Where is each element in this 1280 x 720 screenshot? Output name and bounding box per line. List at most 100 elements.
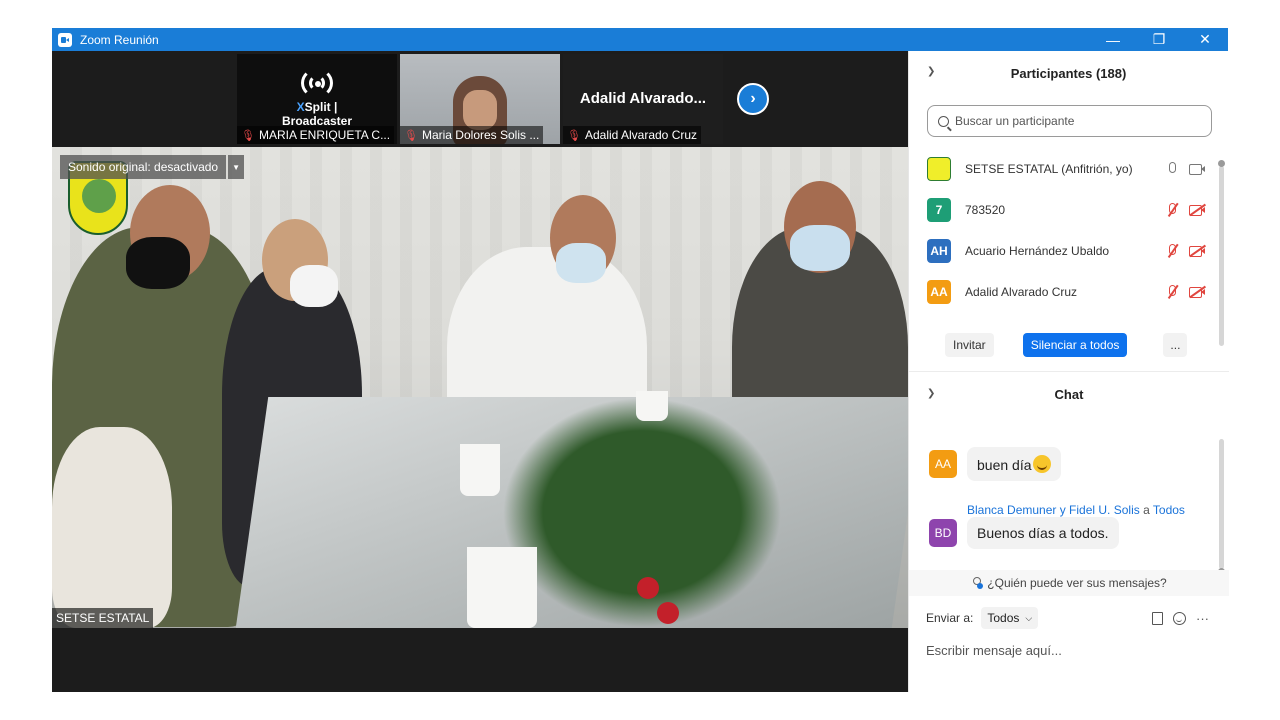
video-ornament [637, 577, 659, 599]
participants-header: ❯ Participantes (188) [909, 51, 1228, 95]
more-icon[interactable]: ··· [1196, 611, 1209, 626]
participant-avatar: AH [927, 238, 951, 263]
who-can-see-label[interactable]: ¿Quién puede ver sus mensajes? [987, 576, 1166, 590]
side-panel: ❯ Participantes (188) SETSE ESTATAL (Anf… [908, 51, 1229, 692]
invite-button[interactable]: Invitar [945, 333, 994, 357]
video-mask [790, 225, 850, 271]
participant-row[interactable] [909, 312, 1209, 318]
participant-status [1165, 243, 1206, 258]
participant-list: SETSE ESTATAL (Anfitrión, yo) 7 783520 A… [909, 148, 1209, 318]
zoom-app-icon [58, 32, 72, 47]
message-recipient[interactable]: Todos [1153, 503, 1185, 517]
camera-off-icon [1189, 244, 1206, 257]
video-mask [556, 243, 606, 283]
video-area: XSplit | Broadcaster 🎙 MARIA ENRIQUETA C… [52, 51, 908, 692]
participant-avatar: AA [927, 279, 951, 304]
send-to-dropdown[interactable]: Todos ⌵ [981, 607, 1039, 629]
video-thumbnail[interactable]: 🎙 Maria Dolores Solis ... [400, 54, 560, 144]
xsplit-logo: XSplit | Broadcaster [277, 68, 357, 128]
title-bar: Zoom Reunión — ❐ ✕ [52, 28, 1228, 51]
original-sound-label[interactable]: Sonido original: desactivado [60, 155, 227, 179]
search-icon [938, 115, 949, 127]
chevron-down-icon: ⌵ [1025, 612, 1033, 623]
video-thumbnail[interactable]: XSplit | Broadcaster 🎙 MARIA ENRIQUETA C… [237, 54, 397, 144]
file-icon[interactable] [1152, 611, 1163, 625]
chat-message-input[interactable] [926, 638, 1216, 662]
participant-scrollbar[interactable] [1218, 160, 1225, 346]
collapse-chevron-icon[interactable]: ❯ [927, 388, 935, 399]
next-thumbnails-button[interactable]: › [737, 83, 769, 115]
video-person [52, 427, 172, 628]
sender-avatar: BD [929, 519, 957, 547]
thumbnail-name: 🎙 Maria Dolores Solis ... [400, 126, 544, 144]
close-button[interactable]: ✕ [1182, 28, 1228, 51]
participant-name: SETSE ESTATAL (Anfitrión, yo) [965, 161, 1133, 176]
person-info-icon [971, 577, 984, 589]
participant-status [1165, 284, 1206, 299]
mic-muted-icon: 🎙 [404, 129, 418, 142]
mic-muted-icon: 🎙 [567, 129, 581, 142]
thumbnail-name: 🎙 MARIA ENRIQUETA C... [237, 126, 395, 144]
camera-off-icon [1189, 203, 1206, 216]
thumbnail-strip: XSplit | Broadcaster 🎙 MARIA ENRIQUETA C… [237, 54, 723, 144]
participant-row[interactable]: AA Adalid Alvarado Cruz [909, 271, 1209, 312]
message-senders[interactable]: Blanca Demuner y Fidel U. Solis [967, 503, 1140, 517]
broadcast-icon [294, 68, 340, 98]
active-speaker-video[interactable]: Sonido original: desactivado ▼ SETSE EST… [52, 147, 908, 628]
more-options-button[interactable]: ... [1163, 333, 1188, 357]
collapse-chevron-icon[interactable]: ❯ [927, 66, 935, 77]
participant-row[interactable]: 7 783520 [909, 189, 1209, 230]
who-can-see-messages[interactable]: ¿Quién puede ver sus mensajes? [909, 570, 1229, 596]
restore-button[interactable]: ❐ [1136, 28, 1182, 51]
window-title: Zoom Reunión [80, 32, 159, 47]
message-bubble: Buenos días a todos. [967, 517, 1119, 549]
video-thumbnail[interactable]: Adalid Alvarado... 🎙 Adalid Alvarado Cru… [563, 54, 723, 144]
speaker-name: SETSE ESTATAL [52, 608, 154, 628]
mic-muted-icon: 🎙 [241, 129, 255, 142]
send-to-value: Todos [987, 611, 1020, 625]
chevron-down-icon[interactable]: ▼ [228, 155, 245, 179]
participant-row[interactable]: AH Acuario Hernández Ubaldo [909, 230, 1209, 271]
video-cup [467, 547, 537, 628]
chat-message: AA buen día [929, 447, 1061, 481]
chat-header: ❯ Chat [909, 373, 1229, 415]
original-sound-control[interactable]: Sonido original: desactivado ▼ [60, 155, 245, 179]
panel-divider [909, 371, 1229, 372]
thumbnail-name: 🎙 Adalid Alvarado Cruz [563, 126, 702, 144]
host-avatar [927, 156, 951, 181]
emoji-icon[interactable] [1173, 611, 1186, 625]
window-controls: — ❐ ✕ [1090, 28, 1228, 51]
participant-name: Acuario Hernández Ubaldo [965, 243, 1110, 258]
mute-all-button[interactable]: Silenciar a todos [1022, 333, 1128, 357]
xsplit-brand-text: XSplit | Broadcaster [281, 100, 353, 128]
camera-off-icon [1189, 285, 1206, 298]
participant-row[interactable]: SETSE ESTATAL (Anfitrión, yo) [909, 148, 1209, 189]
video-mask [126, 237, 190, 289]
participant-avatar: 7 [927, 197, 951, 222]
participant-name-placeholder: Adalid Alvarado... [579, 90, 707, 107]
chat-title: Chat [1054, 386, 1084, 402]
sender-avatar: AA [929, 450, 957, 478]
camera-icon[interactable] [1189, 163, 1205, 175]
participant-search[interactable] [927, 105, 1212, 137]
participant-status [1165, 161, 1205, 176]
chat-scrollbar[interactable] [1218, 439, 1225, 575]
participant-status [1165, 202, 1206, 217]
mic-muted-icon [1165, 284, 1179, 299]
minimize-button[interactable]: — [1090, 28, 1136, 51]
message-recipient-line: Blanca Demuner y Fidel U. Solis a Todos [967, 503, 1185, 517]
send-to-label: Enviar a: [926, 611, 974, 625]
participant-search-input[interactable] [955, 114, 1195, 128]
chevron-right-icon: › [750, 90, 756, 107]
participant-actions: Invitar Silenciar a todos ... [909, 333, 1229, 357]
video-cup [460, 444, 500, 496]
microphone-icon[interactable] [1165, 161, 1179, 176]
zoom-window: Zoom Reunión — ❐ ✕ XSplit | Broadcaster … [52, 28, 1229, 692]
participants-title: Participantes (188) [1010, 65, 1127, 81]
chat-message: BD Buenos días a todos. [929, 517, 1119, 549]
participant-name: Adalid Alvarado Cruz [965, 284, 1078, 299]
video-cup [636, 391, 668, 421]
participant-name: 783520 [965, 202, 1006, 217]
message-bubble: buen día [967, 447, 1061, 481]
video-mask [290, 265, 338, 307]
